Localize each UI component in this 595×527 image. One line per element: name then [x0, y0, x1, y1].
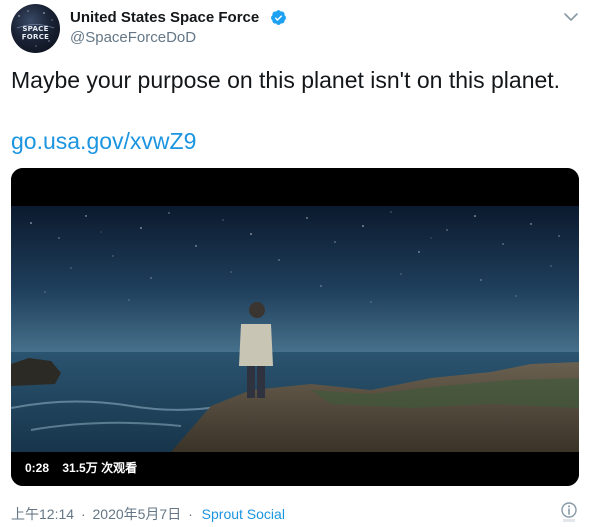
verified-badge-icon [271, 10, 286, 25]
user-handle[interactable]: @SpaceForceDoD [70, 29, 196, 46]
tweet-source-link[interactable]: Sprout Social [202, 506, 285, 522]
video-views: 31.5万 次观看 [62, 461, 138, 475]
avatar[interactable]: SPACE FORCE [11, 4, 60, 53]
tweet-date[interactable]: 2020年5月7日 [93, 506, 182, 522]
display-name[interactable]: United States Space Force [70, 9, 259, 26]
video-frame [11, 168, 579, 486]
tweet-card: SPACE FORCE United States Space Force @S… [0, 0, 595, 527]
tweet-footer: 上午12:14 · 2020年5月7日 · Sprout Social [11, 504, 285, 524]
tweet-link[interactable]: go.usa.gov/xvwZ9 [11, 127, 196, 156]
tweet-text: Maybe your purpose on this planet isn't … [11, 67, 561, 93]
tweet-time[interactable]: 上午12:14 [11, 506, 74, 522]
chevron-down-icon[interactable] [562, 10, 580, 24]
video-player[interactable]: 0:28 31.5万 次观看 [11, 168, 579, 486]
footer-separator: · [188, 506, 193, 522]
video-duration: 0:28 [25, 461, 50, 475]
footer-separator: · [80, 506, 86, 522]
video-meta: 0:28 31.5万 次观看 [25, 459, 147, 476]
avatar-logo-text: SPACE FORCE [21, 25, 50, 41]
info-icon[interactable] [560, 501, 578, 523]
